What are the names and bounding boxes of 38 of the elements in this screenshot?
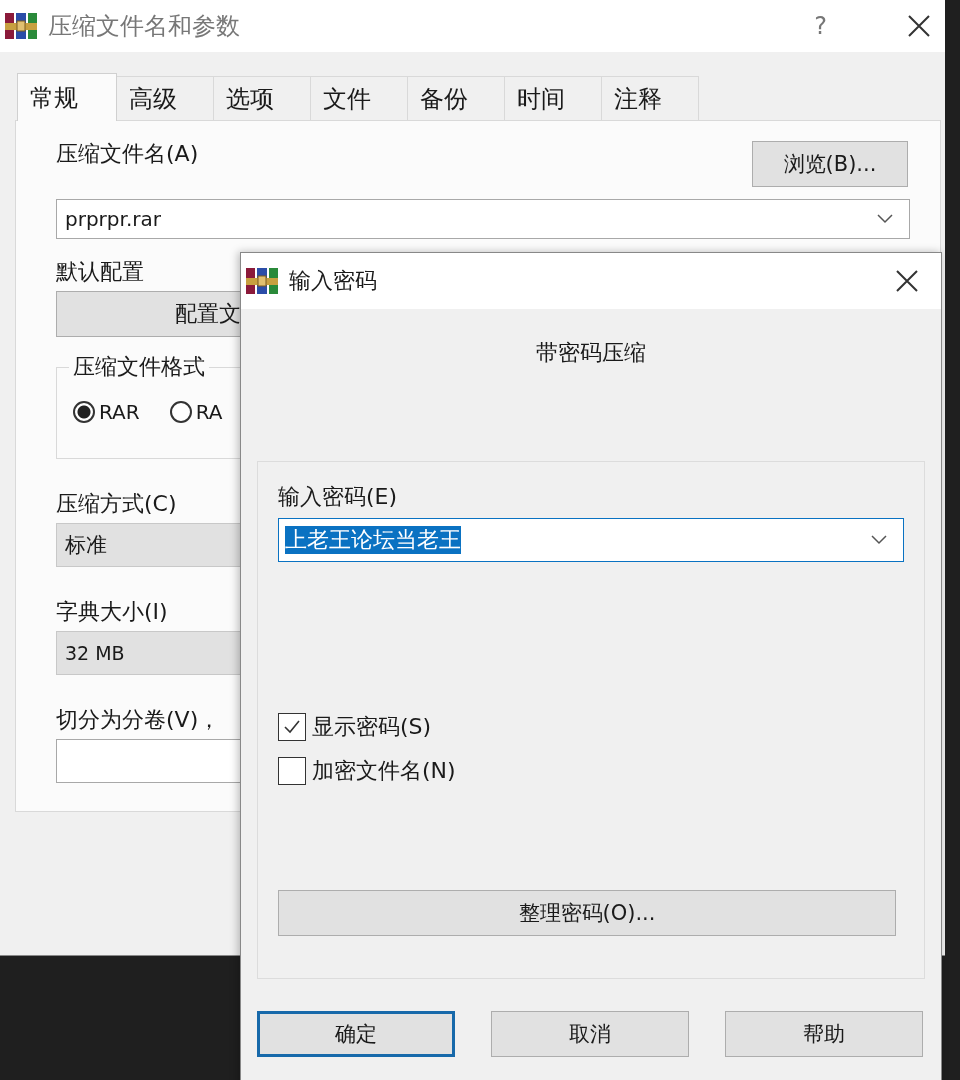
browse-button[interactable]: 浏览(B)...: [752, 141, 908, 187]
dialog-button[interactable]: 取消: [491, 1011, 689, 1057]
dialog-button[interactable]: 帮助: [725, 1011, 923, 1057]
field-label: 切分为分卷(V)，: [56, 706, 221, 734]
ok-button[interactable]: 确定: [257, 1011, 455, 1057]
dialog-heading: 带密码压缩: [535, 339, 647, 367]
password-field[interactable]: 上老王论坛当老王: [278, 518, 904, 562]
window-title: 压缩文件名和参数: [48, 11, 240, 42]
method-dropdown[interactable]: 标准: [56, 523, 241, 567]
field-label: 字典大小(I): [56, 598, 168, 626]
window-title: 输入密码: [289, 267, 377, 295]
checkmark-icon: [284, 720, 300, 734]
checkbox-label: 显示密码(S): [312, 713, 432, 741]
organize-passwords-button[interactable]: 整理密码(O)...: [278, 890, 896, 936]
close-icon: [907, 14, 931, 38]
archive-books-icon: [245, 266, 279, 296]
field-label: 输入密码(E): [278, 483, 398, 511]
chevron-down-icon: [871, 535, 887, 545]
checkbox[interactable]: [278, 757, 306, 785]
profile-button[interactable]: 配置文: [56, 291, 241, 337]
field-label: 默认配置: [56, 258, 144, 286]
close-icon: [895, 269, 919, 293]
checkbox[interactable]: [278, 713, 306, 741]
checkbox-label: 加密文件名(N): [312, 757, 456, 785]
radio-label: RAR: [99, 400, 140, 424]
help-button[interactable]: ?: [800, 12, 841, 40]
chevron-down-icon: [877, 214, 893, 224]
split-field[interactable]: [56, 739, 241, 783]
radio-button[interactable]: [73, 401, 95, 423]
tab[interactable]: 常规: [17, 73, 117, 121]
field-label: 压缩文件名(A): [56, 140, 199, 168]
archive-name-field[interactable]: prprpr.rar: [56, 199, 910, 239]
radio-button[interactable]: [169, 401, 192, 423]
radio-label: RA: [195, 400, 223, 424]
archive-books-icon: [4, 11, 38, 41]
field-label: 压缩方式(C): [56, 490, 177, 518]
tab[interactable]: 注释: [601, 76, 699, 120]
dictionary-dropdown[interactable]: 32 MB: [56, 631, 241, 675]
